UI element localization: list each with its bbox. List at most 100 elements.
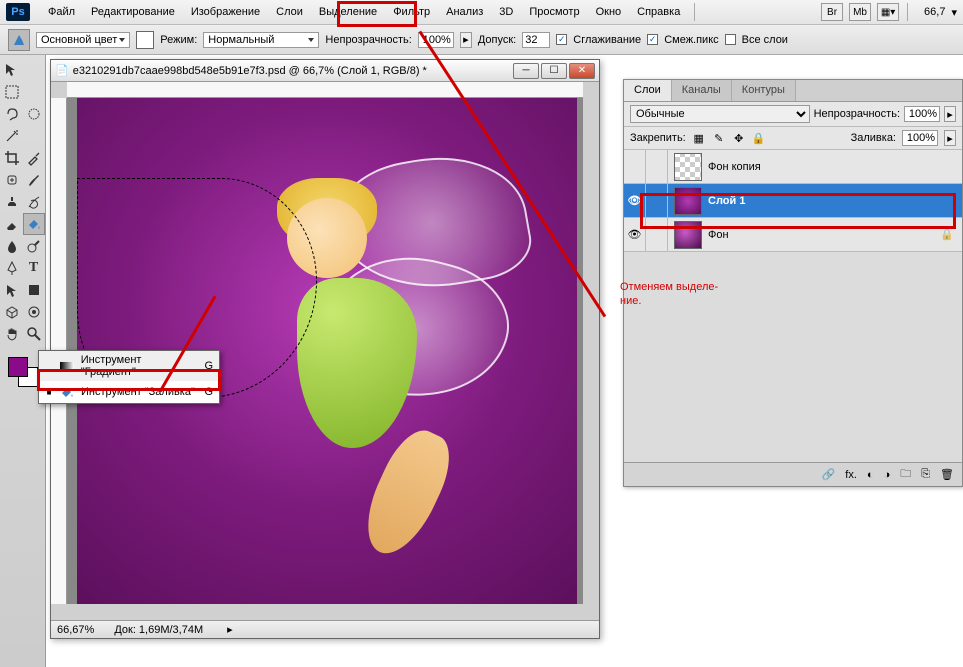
clone-stamp-tool[interactable] <box>1 191 23 213</box>
opacity-slider-button[interactable]: ▸ <box>460 32 472 48</box>
mask-icon[interactable]: ◐ <box>867 469 874 481</box>
visibility-toggle[interactable]: 👁 <box>624 218 646 251</box>
blend-mode-select[interactable]: Обычные <box>630 105 810 123</box>
blend-mode-dropdown[interactable]: Нормальный <box>203 32 319 48</box>
shape-tool[interactable] <box>23 279 45 301</box>
maximize-button[interactable]: ☐ <box>541 63 567 79</box>
zoom-display[interactable]: 66,7 <box>924 6 945 18</box>
3d-camera-tool[interactable] <box>23 301 45 323</box>
layer-name[interactable]: Фон <box>708 229 729 241</box>
eraser-tool[interactable] <box>1 213 23 235</box>
menu-edit[interactable]: Редактирование <box>83 2 183 22</box>
zoom-percent[interactable]: 66,67% <box>57 624 94 636</box>
close-button[interactable]: ✕ <box>569 63 595 79</box>
delete-layer-icon[interactable]: 🗑 <box>940 468 954 481</box>
eyedropper-tool[interactable] <box>23 147 45 169</box>
layer-row[interactable]: 👁 Фон 🔒 <box>624 218 962 252</box>
quick-select-tool[interactable] <box>23 103 45 125</box>
menu-image[interactable]: Изображение <box>183 2 268 22</box>
tool-options-bar: Основной цвет Режим: Нормальный Непрозра… <box>0 25 963 55</box>
fill-input[interactable]: 100% <box>902 130 938 146</box>
menu-help[interactable]: Справка <box>629 2 688 22</box>
layer-thumbnail[interactable] <box>674 153 702 181</box>
brush-tool[interactable] <box>23 169 45 191</box>
visibility-toggle[interactable]: 👁 <box>624 184 646 217</box>
history-brush-tool[interactable] <box>23 191 45 213</box>
menu-view[interactable]: Просмотр <box>521 2 587 22</box>
antialias-checkbox[interactable]: ✓ <box>556 34 567 45</box>
adjustment-icon[interactable]: ◑ <box>884 469 891 481</box>
hand-tool[interactable] <box>1 323 23 345</box>
layer-thumbnail[interactable] <box>674 221 702 249</box>
link-layers-icon[interactable]: 🔗 <box>822 468 836 481</box>
menu-layers[interactable]: Слои <box>268 2 311 22</box>
layer-opacity-slider[interactable]: ▸ <box>944 106 956 122</box>
tolerance-input[interactable]: 32 <box>522 32 550 48</box>
layers-footer: 🔗 fx. ◐ ◑ 🗀 ⎘ 🗑 <box>624 462 962 486</box>
minibridge-button[interactable]: Mb <box>849 3 871 21</box>
new-layer-icon[interactable]: ⎘ <box>921 468 930 481</box>
channels-tab[interactable]: Каналы <box>672 80 732 101</box>
current-tool-icon[interactable] <box>8 29 30 51</box>
right-panel-area: Слои Каналы Контуры Обычные Непрозрачнос… <box>613 55 963 667</box>
lock-all-icon[interactable]: 🔒 <box>752 131 766 145</box>
color-swatches[interactable] <box>8 357 38 387</box>
type-tool[interactable]: T <box>23 257 45 279</box>
paths-tab[interactable]: Контуры <box>732 80 796 101</box>
mode-label: Режим: <box>160 34 197 46</box>
menu-window[interactable]: Окно <box>588 2 630 22</box>
layer-thumbnail[interactable] <box>674 187 702 215</box>
menu-select[interactable]: Выделение <box>311 2 385 22</box>
dodge-tool[interactable] <box>23 235 45 257</box>
move-tool[interactable] <box>1 59 23 81</box>
lasso-tool[interactable] <box>1 103 23 125</box>
crop-tool[interactable] <box>1 147 23 169</box>
screen-mode-button[interactable]: ▦▾ <box>877 3 899 21</box>
magic-wand-tool[interactable] <box>1 125 23 147</box>
marquee-tool[interactable] <box>1 81 23 103</box>
flyout-item-gradient[interactable]: Инструмент "Градиент" G <box>39 351 219 381</box>
menu-3d[interactable]: 3D <box>491 2 521 22</box>
foreground-color[interactable] <box>8 357 28 377</box>
zoom-caret-icon[interactable]: ▾ <box>951 6 957 19</box>
blur-tool[interactable] <box>1 235 23 257</box>
menu-file[interactable]: Файл <box>40 2 83 22</box>
link-cell[interactable] <box>646 218 668 251</box>
flyout-shortcut: G <box>204 360 213 372</box>
layers-tab[interactable]: Слои <box>624 80 672 101</box>
document-statusbar: 66,67% Док: 1,69M/3,74M ▸ <box>51 620 599 638</box>
foreground-swatch[interactable] <box>136 31 154 49</box>
all-layers-checkbox[interactable] <box>725 34 736 45</box>
document-titlebar[interactable]: 📄 e3210291db7caae998bd548e5b91e7f3.psd @… <box>51 60 599 82</box>
doc-size-info[interactable]: Док: 1,69M/3,74M <box>114 624 203 636</box>
bridge-button[interactable]: Br <box>821 3 843 21</box>
minimize-button[interactable]: ─ <box>513 63 539 79</box>
layer-row[interactable]: Фон копия <box>624 150 962 184</box>
group-icon[interactable]: 🗀 <box>900 465 911 484</box>
fx-icon[interactable]: fx. <box>845 469 857 481</box>
3d-tool[interactable] <box>1 301 23 323</box>
link-cell[interactable] <box>646 184 668 217</box>
layer-opacity-input[interactable]: 100% <box>904 106 940 122</box>
lock-transparency-icon[interactable]: ▦ <box>692 131 706 145</box>
fill-source-dropdown[interactable]: Основной цвет <box>36 32 130 48</box>
lock-pixels-icon[interactable]: ✎ <box>712 131 726 145</box>
flyout-item-bucket[interactable]: ■ Инструмент "Заливка" G <box>39 381 219 403</box>
menu-analysis[interactable]: Анализ <box>438 2 491 22</box>
layer-row[interactable]: 👁 Слой 1 <box>624 184 962 218</box>
zoom-tool[interactable] <box>23 323 45 345</box>
lock-position-icon[interactable]: ✥ <box>732 131 746 145</box>
fill-slider[interactable]: ▸ <box>944 130 956 146</box>
path-select-tool[interactable] <box>1 279 23 301</box>
horizontal-ruler[interactable] <box>67 82 583 98</box>
contiguous-checkbox[interactable]: ✓ <box>647 34 658 45</box>
menu-filter[interactable]: Фильтр <box>385 2 438 22</box>
pen-tool[interactable] <box>1 257 23 279</box>
lock-label: Закрепить: <box>630 132 686 144</box>
bucket-tool[interactable] <box>23 213 45 235</box>
layer-name[interactable]: Фон копия <box>708 161 761 173</box>
visibility-toggle[interactable] <box>624 150 646 183</box>
layer-name[interactable]: Слой 1 <box>708 195 745 207</box>
link-cell[interactable] <box>646 150 668 183</box>
healing-tool[interactable] <box>1 169 23 191</box>
